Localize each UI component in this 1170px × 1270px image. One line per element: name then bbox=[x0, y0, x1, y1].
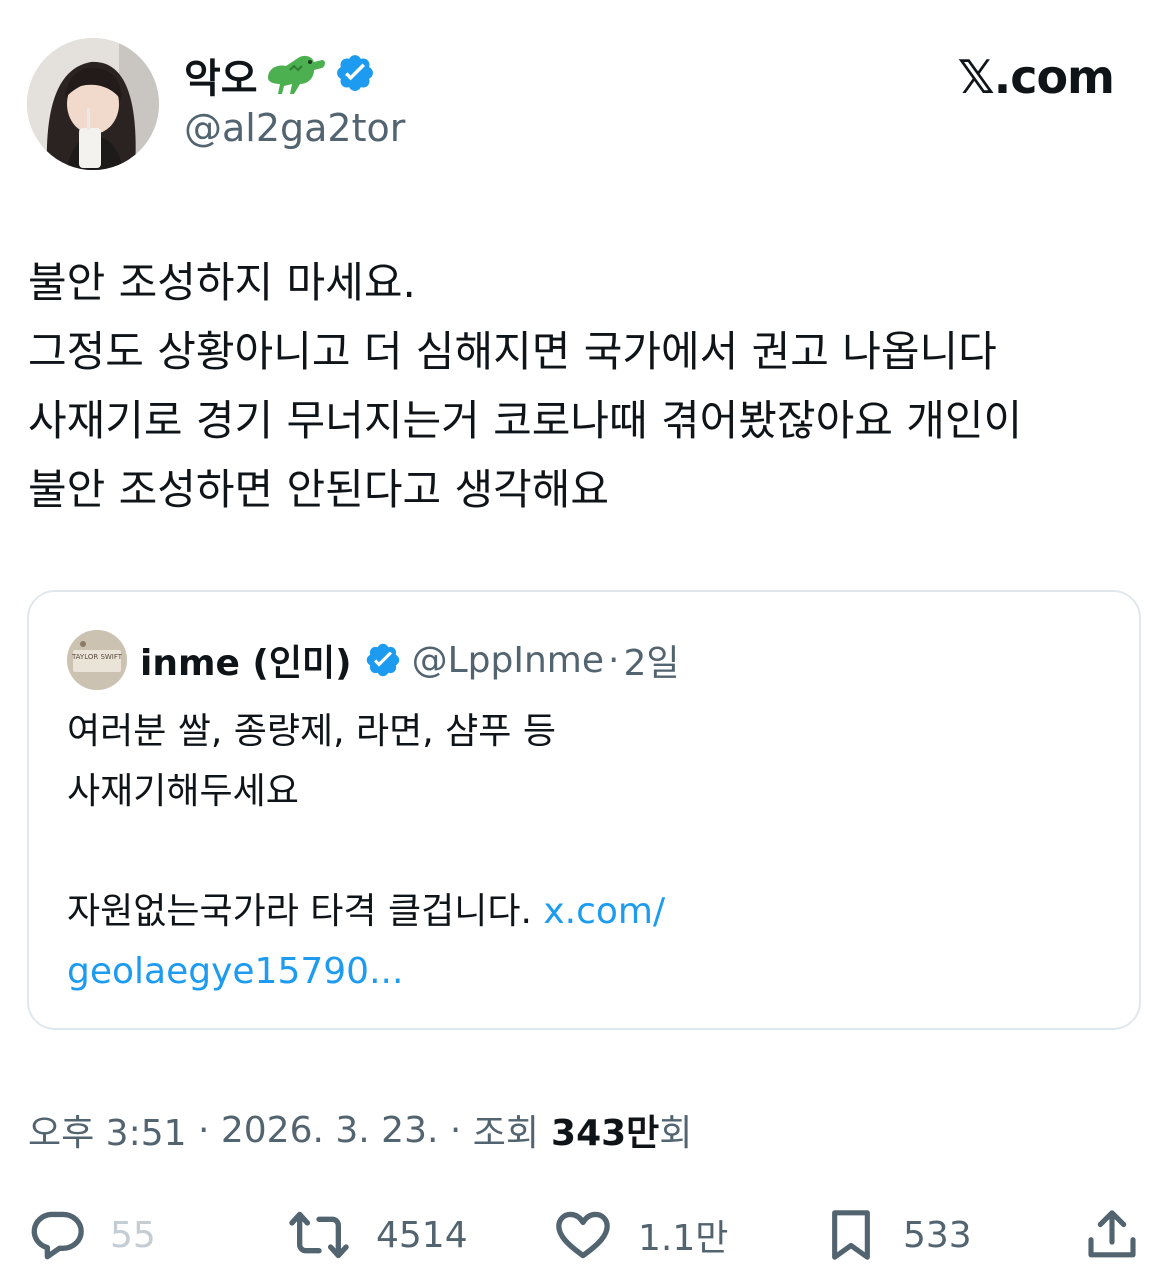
retweet-button[interactable]: 4514 bbox=[286, 1200, 468, 1270]
retweet-count: 4514 bbox=[376, 1214, 468, 1256]
x-logo: 𝕏.com bbox=[957, 50, 1115, 104]
share-button[interactable] bbox=[1084, 1200, 1140, 1270]
quote-separator: · bbox=[608, 639, 620, 681]
views-suffix: 회 bbox=[659, 1113, 693, 1154]
verified-badge-icon bbox=[334, 52, 376, 98]
meta-separator: · bbox=[438, 1109, 473, 1151]
quote-author-avatar[interactable]: TAYLOR SWIFT bbox=[67, 630, 127, 690]
quote-avatar-text: TAYLOR SWIFT bbox=[71, 653, 123, 661]
author-avatar[interactable] bbox=[27, 38, 159, 170]
quote-handle[interactable]: @LppInme bbox=[412, 640, 604, 681]
author-handle[interactable]: @al2ga2tor bbox=[184, 106, 405, 150]
tweet-date[interactable]: 2026. 3. 23. bbox=[221, 1110, 439, 1151]
action-bar: 55 4514 1.1만 533 bbox=[28, 1200, 1142, 1270]
quote-line: 자원없는국가라 타격 클겁니다. bbox=[67, 891, 532, 932]
bookmark-icon bbox=[823, 1205, 879, 1265]
quote-line bbox=[67, 822, 1107, 882]
views-label: 조회 bbox=[472, 1113, 540, 1154]
quote-line-with-link: 자원없는국가라 타격 클겁니다. x.com/ bbox=[67, 882, 1107, 942]
quote-timestamp[interactable]: 2일 bbox=[623, 634, 679, 686]
quote-line: 사재기해두세요 bbox=[67, 771, 299, 812]
quote-text: 여러분 쌀, 종량제, 라면, 샴푸 등 사재기해두세요 자원없는국가라 타격 … bbox=[67, 702, 1107, 1002]
share-icon bbox=[1084, 1205, 1140, 1265]
author-name-row: 악오 bbox=[184, 48, 376, 102]
quote-link-part2[interactable]: geolaegye15790... bbox=[67, 951, 403, 992]
like-button[interactable]: 1.1만 bbox=[552, 1200, 728, 1270]
quote-display-name[interactable]: inme (인미) bbox=[140, 634, 352, 686]
tweet-meta: 오후 3:51 · 2026. 3. 23. · 조회 343만 회 bbox=[28, 1105, 692, 1155]
meta-separator: · bbox=[186, 1109, 221, 1151]
quote-link-part1[interactable]: x.com/ bbox=[543, 891, 665, 932]
views-count: 343만 bbox=[551, 1113, 660, 1154]
bookmark-button[interactable]: 533 bbox=[823, 1200, 972, 1270]
quoted-tweet-card[interactable]: TAYLOR SWIFT inme (인미) @LppInme · 2일 여러분… bbox=[27, 590, 1141, 1030]
tweet-text: 불안 조성하지 마세요. 그정도 상황아니고 더 심해지면 국가에서 권고 나옵… bbox=[28, 248, 1153, 524]
heart-icon bbox=[552, 1206, 614, 1264]
reply-count: 55 bbox=[110, 1214, 156, 1256]
quote-header: inme (인미) @LppInme · 2일 bbox=[140, 635, 679, 685]
tweet-line: 사재기로 경기 무너지는거 코로나때 겪어봤잖아요 개인이 bbox=[28, 396, 1023, 445]
reply-button[interactable]: 55 bbox=[28, 1200, 156, 1270]
quote-verified-badge-icon bbox=[364, 641, 402, 679]
quote-line: 여러분 쌀, 종량제, 라면, 샴푸 등 bbox=[67, 711, 556, 752]
bookmark-count: 533 bbox=[903, 1214, 972, 1256]
author-display-name[interactable]: 악오 bbox=[184, 46, 258, 104]
like-count: 1.1만 bbox=[638, 1218, 729, 1259]
tweet-line: 불안 조성하지 마세요. bbox=[28, 258, 416, 307]
tweet-line: 불안 조성하면 안된다고 생각해요 bbox=[28, 465, 610, 514]
reply-icon bbox=[28, 1206, 86, 1264]
crocodile-emoji-icon bbox=[264, 48, 328, 102]
tweet-time[interactable]: 오후 3:51 bbox=[28, 1104, 187, 1156]
retweet-icon bbox=[286, 1206, 352, 1264]
tweet-line: 그정도 상황아니고 더 심해지면 국가에서 권고 나옵니다 bbox=[28, 327, 997, 376]
